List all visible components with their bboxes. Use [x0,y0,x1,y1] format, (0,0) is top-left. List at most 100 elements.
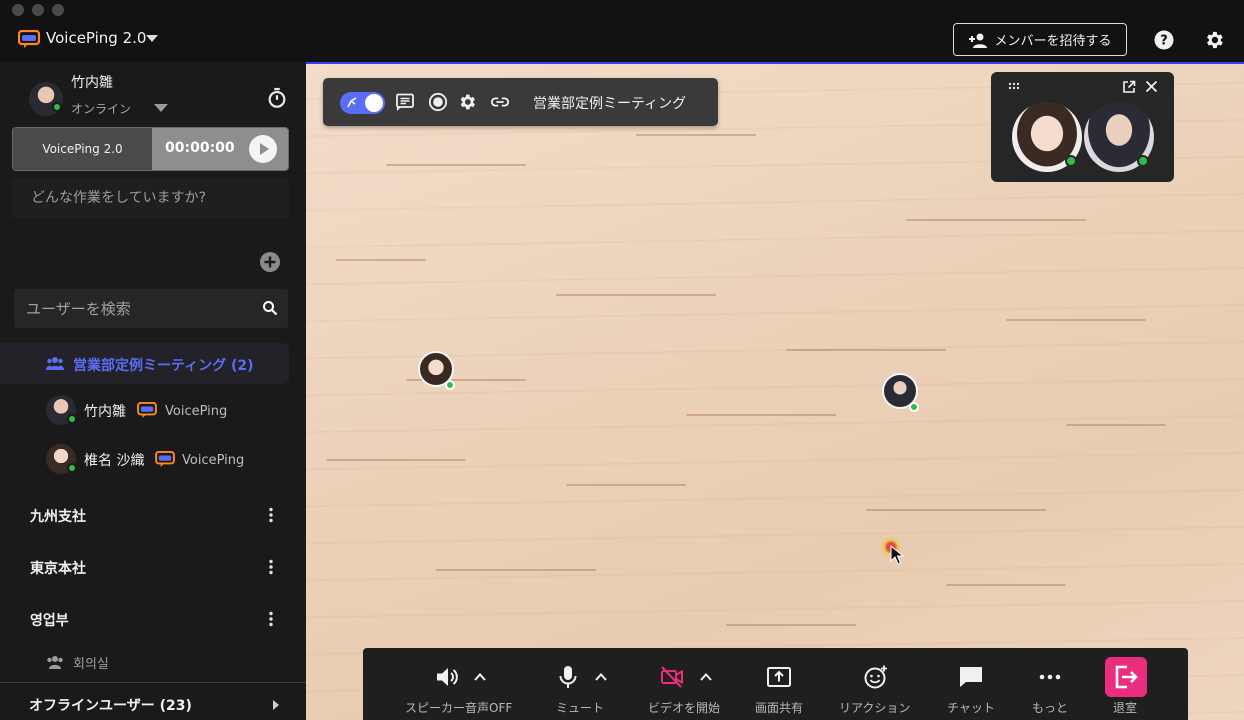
spatial-audio-toggle[interactable] [340,92,385,114]
video-label: ビデオを開始 [648,701,721,715]
online-status-dot [445,380,455,390]
transcript-icon[interactable] [395,92,415,112]
offline-users-row[interactable]: オフラインユーザー (23) [0,682,306,720]
room-item-meeting-room[interactable]: 회의실 [46,653,246,673]
group-kyushu[interactable]: 九州支社 [0,500,300,530]
video-off-icon[interactable] [659,664,685,690]
microphone-icon[interactable] [555,664,581,690]
online-status-dot [67,414,77,424]
leave-button[interactable] [1105,657,1147,697]
drag-handle-icon[interactable] [1008,82,1020,90]
user-search-input[interactable] [14,289,254,328]
play-icon[interactable] [249,135,277,163]
speaker-control[interactable]: スピーカー音声OFF [393,648,528,720]
invite-members-button[interactable]: メンバーを招待する [953,23,1127,56]
window-minimize-dot[interactable] [32,4,44,16]
invite-label: メンバーを招待する [994,34,1112,49]
window-zoom-dot[interactable] [52,4,64,16]
room-member[interactable]: 竹内雛 VoicePing [0,395,300,431]
spatial-audio-icon [347,97,357,108]
online-status-dot [1137,155,1149,167]
room-label: 営業部定例ミーティング (2) [73,358,254,374]
more-label: もっと [1032,701,1069,715]
group-label: 영업부 [30,613,69,629]
mute-label: ミュート [556,701,605,715]
timer-time: 00:00:00 [165,140,235,156]
reaction-control[interactable]: リアクション [837,648,917,720]
leave-label: 退室 [1113,701,1138,715]
close-icon[interactable] [1145,80,1158,93]
chevron-right-icon[interactable] [273,700,279,710]
search-icon[interactable] [262,300,278,316]
group-icon [47,656,63,669]
speaker-label: スピーカー音声OFF [405,701,513,715]
help-circle-icon[interactable]: ? [1153,29,1175,51]
online-status-dot [67,463,77,473]
app-name[interactable]: VoicePing 2.0 [46,29,146,47]
chat-label: チャット [947,701,995,715]
group-icon [46,357,64,370]
group-label: 九州支社 [30,509,86,525]
voiceping-logo-icon [155,451,175,467]
title-bar: VoicePing 2.0 メンバーを招待する ? [0,0,1244,62]
speaker-icon[interactable] [434,664,460,690]
more-control[interactable]: もっと [1029,648,1069,720]
online-status-dot [52,102,62,112]
meeting-toolbar: 営業部定例ミーティング [323,78,718,126]
screen-share-label: 画面共有 [755,701,804,715]
chevron-down-icon[interactable] [146,35,158,42]
meeting-control-bar: スピーカー音声OFF ミュート ビデオを開始 画面共有 リアクション チャット … [363,648,1188,720]
add-circle-icon[interactable] [259,251,281,273]
chevron-up-icon[interactable] [699,670,713,684]
voiceping-logo-icon [137,402,157,418]
more-vertical-icon[interactable] [268,611,274,627]
chat-icon[interactable] [958,664,984,690]
more-vertical-icon[interactable] [268,559,274,575]
group-tokyo[interactable]: 東京本社 [0,552,300,582]
work-timer: VoicePing 2.0 00:00:00 [12,127,289,171]
my-status[interactable]: オンライン [71,100,131,117]
link-icon[interactable] [490,92,510,112]
voiceping-logo-icon [18,30,40,48]
member-name: 椎名 沙織 [84,453,145,469]
room-label: 회의실 [73,657,109,672]
video-control[interactable]: ビデオを開始 [645,648,725,720]
task-status-input[interactable] [12,178,289,218]
add-person-icon [969,33,988,48]
toggle-knob [365,94,383,112]
room-member[interactable]: 椎名 沙織 VoicePing [0,444,300,480]
offline-users-label: オフラインユーザー (23) [29,698,192,714]
reaction-label: リアクション [839,701,911,715]
meeting-title: 営業部定例ミーティング [533,96,687,112]
more-horizontal-icon[interactable] [1037,664,1063,690]
chevron-up-icon[interactable] [473,670,487,684]
room-item-sales-meeting[interactable]: 営業部定例ミーティング (2) [0,343,289,384]
more-vertical-icon[interactable] [268,507,274,523]
video-panel [991,72,1174,182]
record-icon[interactable] [428,92,448,112]
member-app: VoicePing [165,404,228,419]
stopwatch-icon[interactable] [266,87,288,109]
group-label: 東京本社 [30,561,86,577]
online-status-dot [1065,155,1077,167]
exit-icon [1115,665,1138,689]
gear-icon[interactable] [1203,29,1225,51]
status-dropdown-icon[interactable] [154,104,168,112]
user-search [14,289,288,328]
member-name: 竹内雛 [84,404,126,420]
screen-share-control[interactable]: 画面共有 [753,648,809,720]
mute-control[interactable]: ミュート [548,648,618,720]
window-close-dot[interactable] [12,4,24,16]
chat-control[interactable]: チャット [945,648,995,720]
my-name: 竹内雛 [71,75,113,91]
add-reaction-icon[interactable] [863,664,889,690]
chevron-up-icon[interactable] [594,670,608,684]
mouse-cursor-icon [890,545,904,565]
popout-icon[interactable] [1122,80,1136,94]
group-sales-korea[interactable]: 영업부 [0,604,300,634]
member-app: VoicePing [182,453,245,468]
screen-share-icon[interactable] [766,664,792,690]
room-settings-icon[interactable] [457,92,477,112]
timer-app-label: VoicePing 2.0 [13,128,152,170]
online-status-dot [909,402,919,412]
